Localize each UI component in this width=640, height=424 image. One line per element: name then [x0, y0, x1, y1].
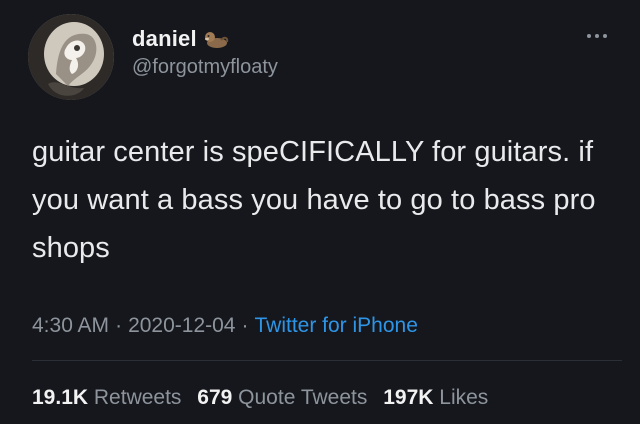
tweet-meta: 4:30 AM · 2020-12-04 · Twitter for iPhone: [32, 314, 418, 338]
meta-separator: ·: [115, 314, 123, 337]
otter-emoji-icon: [203, 28, 229, 50]
tweet-text: guitar center is speCIFICALLY for guitar…: [32, 136, 596, 264]
tweet-stats: 19.1K Retweets 679 Quote Tweets 197K Lik…: [32, 386, 488, 410]
retweets-label: Retweets: [93, 386, 182, 409]
more-options-icon[interactable]: [586, 32, 608, 40]
retweets-count: 19.1K: [32, 386, 89, 409]
avatar[interactable]: [28, 14, 114, 100]
quotes-count: 679: [197, 386, 233, 409]
likes-count: 197K: [383, 386, 434, 409]
quote-tweets-stat[interactable]: 679 Quote Tweets: [197, 386, 367, 409]
tweet-date[interactable]: 2020-12-04: [128, 314, 235, 337]
display-name[interactable]: daniel: [132, 26, 197, 52]
user-handle[interactable]: @forgotmyfloaty: [132, 56, 278, 79]
likes-stat[interactable]: 197K Likes: [383, 386, 488, 409]
tweet-card: daniel @forgotmyfloaty guitar center is …: [0, 0, 640, 424]
display-name-row[interactable]: daniel: [132, 24, 229, 54]
tweet-time[interactable]: 4:30 AM: [32, 314, 109, 337]
meta-separator: ·: [241, 314, 249, 337]
likes-label: Likes: [439, 386, 489, 409]
retweets-stat[interactable]: 19.1K Retweets: [32, 386, 181, 409]
avatar-image: [28, 14, 114, 100]
tweet-source-link[interactable]: Twitter for iPhone: [254, 314, 417, 337]
quotes-label: Quote Tweets: [238, 386, 368, 409]
stats-divider: [32, 360, 622, 361]
